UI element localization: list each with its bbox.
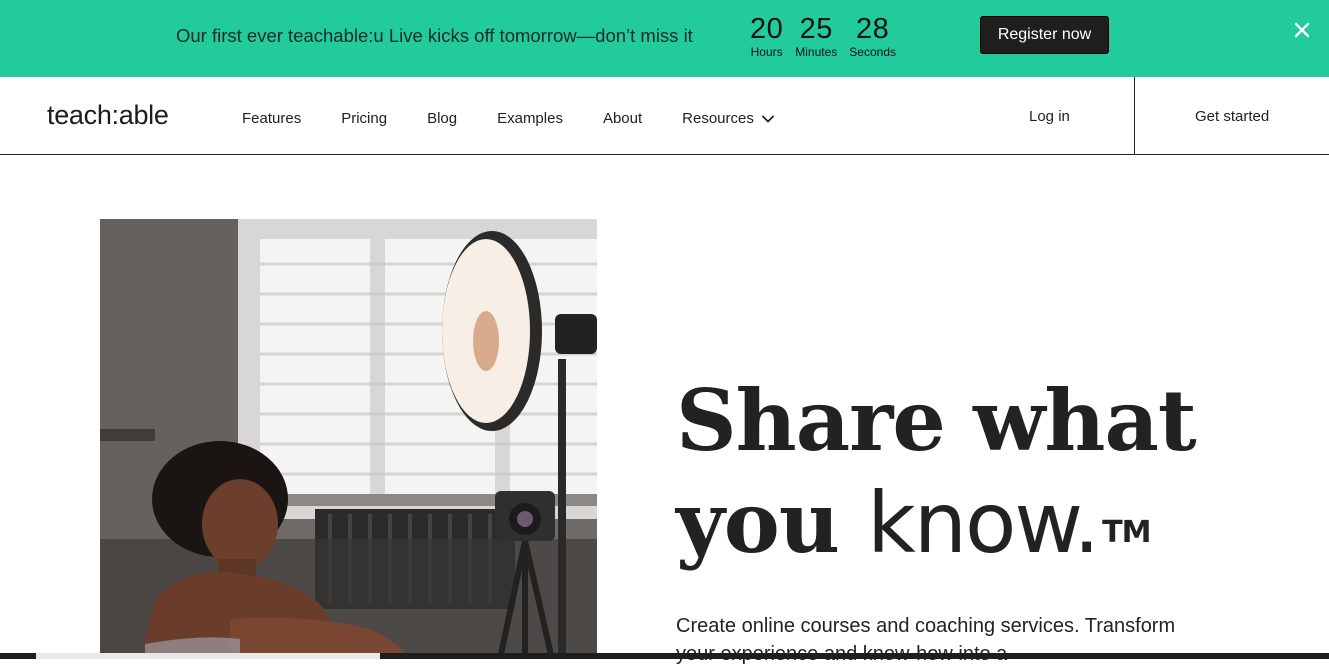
horizontal-scrollbar[interactable]	[0, 653, 1329, 659]
countdown-seconds: 28 Seconds	[849, 14, 896, 59]
countdown-timer: 20 Hours 25 Minutes 28 Seconds	[750, 14, 908, 59]
countdown-hours: 20 Hours	[750, 14, 783, 59]
nav-link-resources[interactable]: Resources	[682, 110, 774, 127]
close-icon	[1294, 22, 1310, 38]
nav-link-about[interactable]: About	[603, 110, 642, 127]
nav-links: Features Pricing Blog Examples About Res…	[242, 110, 814, 127]
scrollbar-thumb[interactable]	[36, 653, 380, 659]
countdown-hours-value: 20	[750, 13, 784, 45]
countdown-seconds-label: Seconds	[849, 45, 896, 59]
headline-know: know.	[867, 474, 1100, 572]
countdown-hours-label: Hours	[750, 45, 783, 59]
get-started-link[interactable]: Get started	[1195, 108, 1269, 125]
chevron-down-icon	[761, 115, 774, 122]
register-now-button[interactable]: Register now	[980, 16, 1109, 54]
hero-subtitle: Create online courses and coaching servi…	[676, 615, 1176, 665]
announcement-banner: Our first ever teachable:u Live kicks of…	[0, 0, 1329, 77]
banner-message: Our first ever teachable:u Live kicks of…	[176, 25, 693, 46]
close-banner-button[interactable]	[1290, 18, 1314, 42]
countdown-minutes: 25 Minutes	[795, 14, 837, 59]
login-link[interactable]: Log in	[1029, 108, 1070, 125]
countdown-minutes-value: 25	[799, 13, 833, 45]
nav-link-resources-label: Resources	[682, 110, 754, 127]
nav-link-pricing[interactable]: Pricing	[341, 110, 387, 127]
trademark-mark: TM	[1102, 515, 1151, 550]
teachable-logo[interactable]: teach:able	[47, 100, 169, 131]
nav-link-features[interactable]: Features	[242, 110, 301, 127]
nav-link-blog[interactable]: Blog	[427, 110, 457, 127]
countdown-minutes-label: Minutes	[795, 45, 838, 59]
headline-you: you	[676, 473, 868, 572]
countdown-seconds-value: 28	[856, 13, 890, 45]
headline-line1: Share what	[676, 371, 1197, 470]
main-navigation: teach:able Features Pricing Blog Example…	[0, 77, 1329, 155]
nav-divider	[1134, 77, 1135, 155]
hero-headline: Share what you know. TM	[676, 370, 1197, 574]
nav-link-examples[interactable]: Examples	[497, 110, 563, 127]
hero-image	[100, 219, 597, 659]
